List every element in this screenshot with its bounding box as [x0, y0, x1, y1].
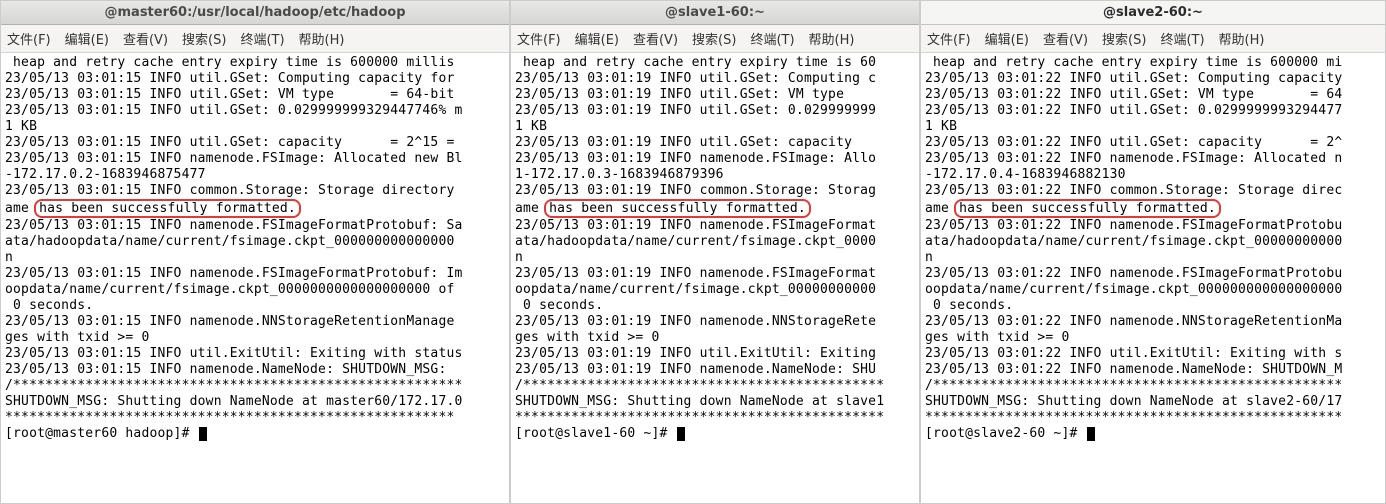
terminal-output[interactable]: heap and retry cache entry expiry time i…: [511, 53, 919, 503]
shell-prompt: [root@slave1-60 ~]#: [515, 426, 676, 441]
terminal-output[interactable]: heap and retry cache entry expiry time i…: [1, 53, 509, 503]
menu-terminal[interactable]: 终端(T): [1160, 29, 1204, 48]
menu-bar: 文件(F) 编辑(E) 查看(V) 搜索(S) 终端(T) 帮助(H): [921, 25, 1385, 53]
shell-prompt: [root@master60 hadoop]#: [5, 426, 198, 441]
menu-bar: 文件(F) 编辑(E) 查看(V) 搜索(S) 终端(T) 帮助(H): [1, 25, 509, 53]
menu-search[interactable]: 搜索(S): [1102, 29, 1146, 48]
menu-edit[interactable]: 编辑(E): [65, 29, 109, 48]
window-title: @slave1-60:~: [511, 1, 919, 25]
terminal-window-slave1: @slave1-60:~ 文件(F) 编辑(E) 查看(V) 搜索(S) 终端(…: [510, 0, 920, 504]
menu-view[interactable]: 查看(V): [123, 29, 168, 48]
menu-file[interactable]: 文件(F): [927, 29, 971, 48]
terminal-window-master60: @master60:/usr/local/hadoop/etc/hadoop 文…: [0, 0, 510, 504]
menu-file[interactable]: 文件(F): [517, 29, 561, 48]
menu-terminal[interactable]: 终端(T): [240, 29, 284, 48]
terminal-output[interactable]: heap and retry cache entry expiry time i…: [921, 53, 1385, 503]
highlight-success-format: has been successfully formatted.: [34, 199, 301, 218]
menu-edit[interactable]: 编辑(E): [575, 29, 619, 48]
window-title: @slave2-60:~: [921, 1, 1385, 25]
menu-terminal[interactable]: 终端(T): [750, 29, 794, 48]
highlight-success-format: has been successfully formatted.: [544, 199, 811, 218]
menu-edit[interactable]: 编辑(E): [985, 29, 1029, 48]
menu-search[interactable]: 搜索(S): [182, 29, 226, 48]
cursor-icon: [677, 427, 685, 441]
menu-help[interactable]: 帮助(H): [299, 29, 345, 48]
menu-search[interactable]: 搜索(S): [692, 29, 736, 48]
window-title: @master60:/usr/local/hadoop/etc/hadoop: [1, 1, 509, 25]
menu-bar: 文件(F) 编辑(E) 查看(V) 搜索(S) 终端(T) 帮助(H): [511, 25, 919, 53]
menu-view[interactable]: 查看(V): [633, 29, 678, 48]
cursor-icon: [199, 427, 207, 441]
cursor-icon: [1087, 427, 1095, 441]
menu-help[interactable]: 帮助(H): [1219, 29, 1265, 48]
menu-help[interactable]: 帮助(H): [809, 29, 855, 48]
highlight-success-format: has been successfully formatted.: [954, 199, 1221, 218]
shell-prompt: [root@slave2-60 ~]#: [925, 426, 1086, 441]
menu-file[interactable]: 文件(F): [7, 29, 51, 48]
menu-view[interactable]: 查看(V): [1043, 29, 1088, 48]
terminal-window-slave2: @slave2-60:~ 文件(F) 编辑(E) 查看(V) 搜索(S) 终端(…: [920, 0, 1386, 504]
